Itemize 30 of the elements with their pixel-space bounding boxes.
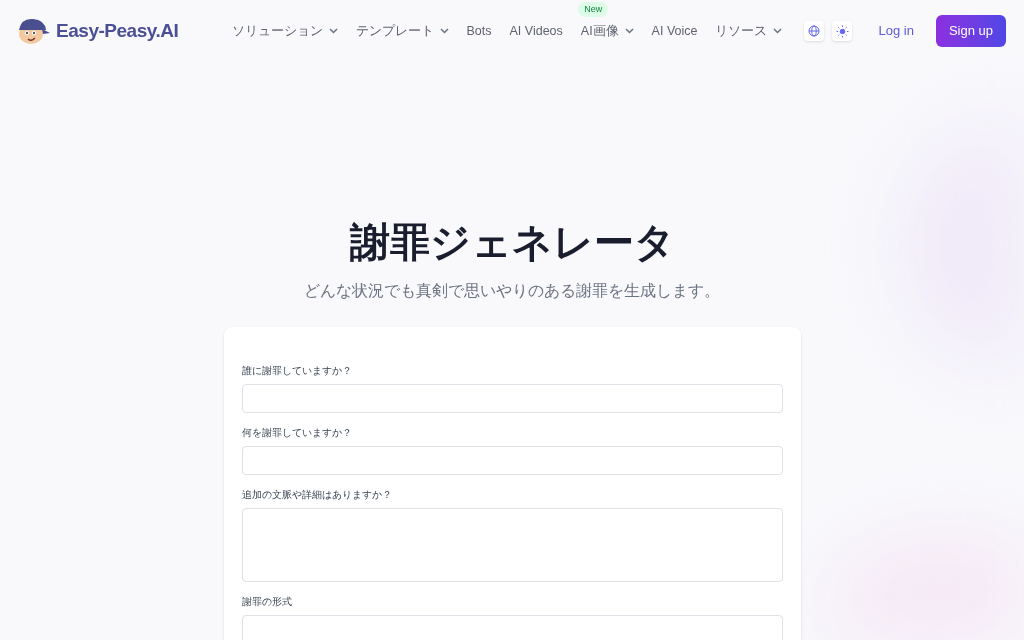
new-badge: New	[578, 1, 609, 18]
language-button[interactable]	[804, 21, 825, 41]
mascot-logo-icon[interactable]	[16, 16, 50, 46]
nav-link[interactable]: リソース	[715, 21, 783, 41]
chevron-down-icon	[328, 28, 338, 34]
nav-link[interactable]: AI Videos	[509, 21, 563, 41]
field-label: 誰に謝罪していますか？	[241, 364, 353, 378]
theme-button[interactable]	[832, 21, 853, 41]
page-title: 謝罪ジェネレータ	[349, 222, 675, 262]
chevron-down-icon	[439, 28, 449, 34]
nav-link[interactable]: テンプレート	[355, 21, 449, 41]
input-field[interactable]	[241, 446, 783, 475]
input-field[interactable]	[241, 615, 783, 640]
nav-link[interactable]: ソリューション	[231, 21, 338, 41]
field-label: 何を謝罪していますか？	[241, 426, 353, 440]
textarea-field[interactable]	[241, 508, 783, 582]
nav-link[interactable]: AI Voice	[651, 21, 698, 41]
chevron-down-icon	[773, 28, 783, 34]
field-label: 追加の文脈や詳細はありますか？	[241, 488, 393, 502]
input-field[interactable]	[241, 384, 783, 413]
logo-text[interactable]: Easy-Peasy.AI	[56, 16, 179, 46]
sun-icon	[836, 24, 849, 38]
page-subtitle: どんな状況でも真剣で思いやりのある謝罪を生成します。	[304, 281, 720, 301]
field-label: 謝罪の形式	[241, 595, 293, 609]
chevron-down-icon	[624, 28, 634, 34]
login-link[interactable]: Log in	[878, 21, 914, 41]
nav-link[interactable]: Bots	[466, 21, 492, 41]
signup-button[interactable]: Sign up	[935, 15, 1006, 47]
nav-link[interactable]: AI画像	[580, 21, 634, 41]
globe-icon	[808, 25, 821, 37]
